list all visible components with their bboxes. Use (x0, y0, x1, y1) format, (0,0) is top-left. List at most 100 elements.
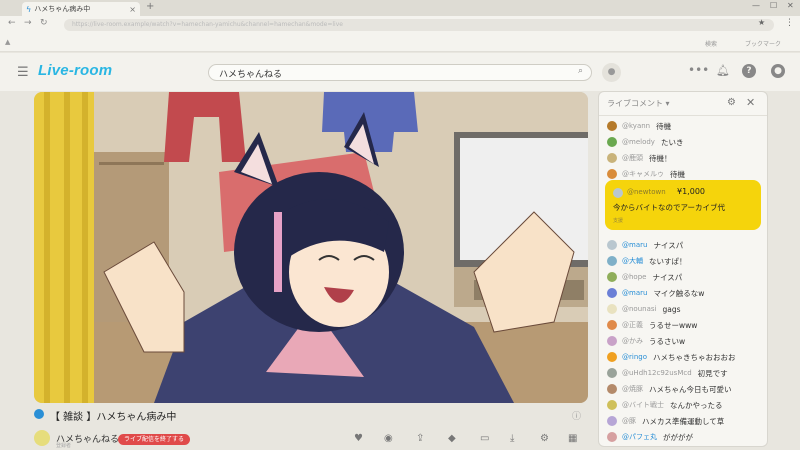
chat-text: ハメちゃんあああああああん (663, 446, 761, 447)
search-input[interactable]: ハメちゃんねる (208, 64, 592, 81)
chat-username[interactable]: @hope (622, 273, 646, 281)
chat-message[interactable]: @kyann 待機 (607, 119, 671, 133)
chat-username[interactable]: @キャメルゥ (622, 169, 664, 179)
chat-message[interactable]: @バイト戦士 なんかやったる (607, 398, 723, 412)
superchat-message[interactable]: @newtown ¥1,000 今からバイトなのでアーカイブ代 支援 (605, 180, 761, 230)
chat-avatar (607, 368, 617, 378)
maximize-icon[interactable]: ☐ (770, 1, 777, 10)
help-icon[interactable]: ? (742, 64, 756, 78)
chat-username[interactable]: @melody (622, 138, 655, 146)
chat-avatar (607, 432, 617, 442)
site-logo[interactable]: Live-room (38, 62, 112, 79)
superchat-avatar (613, 188, 623, 198)
browser-menu-icon[interactable]: ⋮ (785, 18, 794, 28)
url-input[interactable]: https://live-room.example/watch?v=hamech… (64, 19, 774, 31)
chat-avatar (607, 304, 617, 314)
chat-message[interactable]: @nounasi gags (607, 302, 681, 316)
chat-message[interactable]: @ringo ハメちゃきちゃおおおお (607, 350, 736, 364)
download-icon[interactable]: ⤓ (510, 433, 514, 444)
comment-icon[interactable]: ◉ (384, 433, 393, 444)
chat-username[interactable]: @uHdh12c92usMcd (622, 369, 692, 377)
stream-video-frame (34, 92, 588, 403)
mic-icon[interactable]: ● (602, 63, 621, 82)
apps-icon[interactable]: ▲ (5, 38, 10, 46)
reload-icon[interactable]: ↻ (40, 18, 48, 28)
share-icon[interactable]: ⇪ (416, 433, 424, 444)
channel-avatar[interactable] (34, 430, 50, 446)
chat-text: ナイスパ (653, 240, 684, 250)
chat-username[interactable]: @maru (622, 241, 647, 249)
chat-username[interactable]: @かみ (622, 336, 643, 346)
back-icon[interactable]: ← (8, 18, 16, 28)
settings-icon[interactable]: ⚙ (540, 433, 549, 444)
site-header: ☰ Live-room ハメちゃんねる ⌕ ● ••• 🔔︎ ? ● (0, 53, 800, 91)
chat-message[interactable]: @大輔 ないすぱ！ (607, 254, 687, 268)
address-bar-row: ← → ↻ https://live-room.example/watch?v=… (0, 16, 800, 34)
chat-username[interactable]: @nounasi (622, 305, 656, 313)
chat-message[interactable]: @uHdh12c92usMcd 初見です (607, 366, 728, 380)
superchat-username: @newtown (627, 188, 666, 196)
chat-username[interactable]: @バイト戦士 (622, 400, 664, 410)
minimize-icon[interactable]: — (752, 1, 760, 10)
forward-icon[interactable]: → (24, 18, 32, 28)
chat-avatar (607, 272, 617, 282)
chat-message[interactable]: @焼豚 ハメちゃん今日も可愛い (607, 382, 732, 396)
chat-text: ハメちゃん今日も可愛い (649, 384, 732, 394)
chat-message[interactable]: @ゾウさん ハメちゃんあああああああん (607, 444, 761, 447)
save-icon[interactable]: ▭ (480, 433, 489, 444)
chat-avatar (607, 320, 617, 330)
window-close-icon[interactable]: ✕ (787, 1, 794, 10)
chat-username[interactable]: @maru (622, 289, 647, 297)
chat-username[interactable]: @正義 (622, 320, 643, 330)
chat-message[interactable]: @キャメルゥ 待機 (607, 167, 685, 181)
bell-icon[interactable]: 🔔︎ (716, 64, 730, 77)
chat-username[interactable]: @kyann (622, 122, 650, 130)
new-tab-button[interactable]: + (146, 1, 154, 12)
account-icon[interactable]: ● (771, 64, 785, 78)
browser-tab[interactable]: ϟ ハメちゃん病み中 × (22, 2, 140, 16)
chat-message[interactable]: @melody たいき (607, 135, 683, 149)
tab-close-icon[interactable]: × (129, 5, 136, 14)
stream-title: 【 雑談 】ハメちゃん病み中 (50, 412, 177, 423)
channel-subscribers: 登録者 (56, 443, 72, 449)
chat-text: ないすぱ！ (649, 256, 687, 266)
chat-message[interactable]: @かみ うるさいw (607, 334, 685, 348)
more-options-icon[interactable]: ••• (688, 63, 709, 77)
chat-avatar (607, 384, 617, 394)
chat-message[interactable]: @鹿頭 待機！ (607, 151, 672, 165)
chat-message[interactable]: @豚 ハメカス準備運動して草 (607, 414, 724, 428)
search-icon[interactable]: ⌕ (578, 66, 583, 76)
chat-message[interactable]: @正義 うるせーwww (607, 318, 697, 332)
chat-text: うるさいw (649, 336, 686, 346)
chat-message[interactable]: @maru ナイスパ (607, 238, 683, 252)
bookmark-item-bookmarks[interactable]: ブックマーク (745, 39, 781, 48)
chat-message[interactable]: @パフェ丸 がががが (607, 430, 693, 444)
chat-username[interactable]: @ringo (622, 353, 647, 361)
info-icon[interactable]: ⓘ (572, 409, 581, 422)
chat-text: マイク触るなw (653, 288, 705, 298)
chat-username[interactable]: @ゾウさん (622, 446, 657, 447)
grid-icon[interactable]: ▦ (568, 433, 577, 444)
chat-close-icon[interactable]: ✕ (746, 96, 755, 109)
bookmark-star-icon[interactable]: ★ (758, 18, 765, 27)
heart-icon[interactable]: ♥ (354, 433, 363, 444)
superchat-footer: 支援 (613, 218, 624, 224)
superchat-text: 今からバイトなのでアーカイブ代 (613, 203, 726, 212)
chat-message[interactable]: @hope ナイスパ (607, 270, 682, 284)
end-live-button[interactable]: ライブ配信を終了する (118, 434, 191, 445)
chat-avatar (607, 137, 617, 147)
chat-username[interactable]: @豚 (622, 416, 636, 426)
chat-avatar (607, 416, 617, 426)
chat-message[interactable]: @maru マイク触るなw (607, 286, 704, 300)
chat-text: ナイスパ (652, 272, 683, 282)
chat-username[interactable]: @焼豚 (622, 384, 643, 394)
chat-settings-icon[interactable]: ⚙ (727, 97, 736, 108)
clip-icon[interactable]: ◆ (448, 433, 456, 444)
hamburger-menu-icon[interactable]: ☰ (17, 65, 29, 80)
chat-username[interactable]: @鹿頭 (622, 153, 643, 163)
chat-username[interactable]: @大輔 (622, 256, 643, 266)
bookmark-item-search[interactable]: 検索 (705, 39, 717, 48)
video-player[interactable] (34, 92, 588, 403)
chat-title[interactable]: ライブコメント ▾ (607, 98, 670, 109)
chat-username[interactable]: @パフェ丸 (622, 432, 657, 442)
